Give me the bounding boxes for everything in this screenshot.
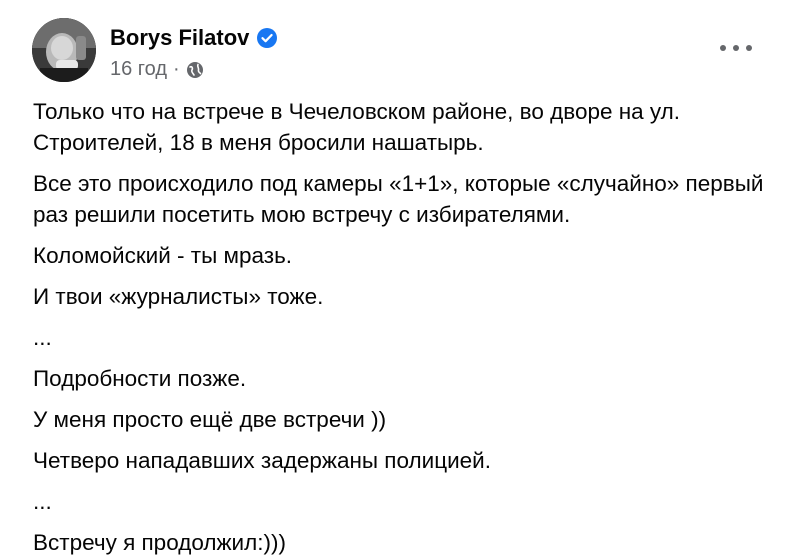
globe-icon[interactable] [186, 61, 204, 79]
post-paragraph: Только что на встрече в Чечеловском райо… [33, 99, 681, 155]
post-paragraph: У меня просто ещё две встречи )) [33, 407, 387, 432]
more-dot [733, 45, 739, 51]
more-dot [746, 45, 752, 51]
more-options-icon[interactable] [720, 38, 752, 58]
author-name[interactable]: Borys Filatov [110, 25, 249, 51]
post-paragraph: Коломойский - ты мразь. [33, 243, 293, 268]
post-paragraph: Четверо нападавших задержаны полицией. [33, 448, 491, 473]
avatar-photo [32, 18, 96, 82]
post-paragraph: Подробности позже. [33, 366, 247, 391]
meta-separator: · [173, 58, 180, 80]
more-dot [720, 45, 726, 51]
facebook-post: Borys Filatov 16 год · Только что на вст… [0, 0, 800, 559]
post-meta: 16 год · [110, 58, 277, 81]
avatar[interactable] [32, 18, 96, 82]
post-paragraph: И твои «журналисты» тоже. [33, 284, 324, 309]
post-header: Borys Filatov 16 год · [32, 16, 768, 88]
post-timestamp[interactable]: 16 год [110, 58, 167, 81]
post-paragraph: Все это происходило под камеры «1+1», ко… [33, 171, 764, 227]
verified-badge-icon [257, 28, 278, 48]
author-block: Borys Filatov 16 год · [110, 24, 278, 81]
post-paragraph: ... [33, 489, 52, 514]
author-line: Borys Filatov [110, 24, 278, 52]
post-body: Только что на встрече в Чечеловском райо… [33, 96, 773, 559]
post-paragraph: ... [33, 325, 52, 350]
post-paragraph: Встречу я продолжил:))) [33, 530, 286, 555]
